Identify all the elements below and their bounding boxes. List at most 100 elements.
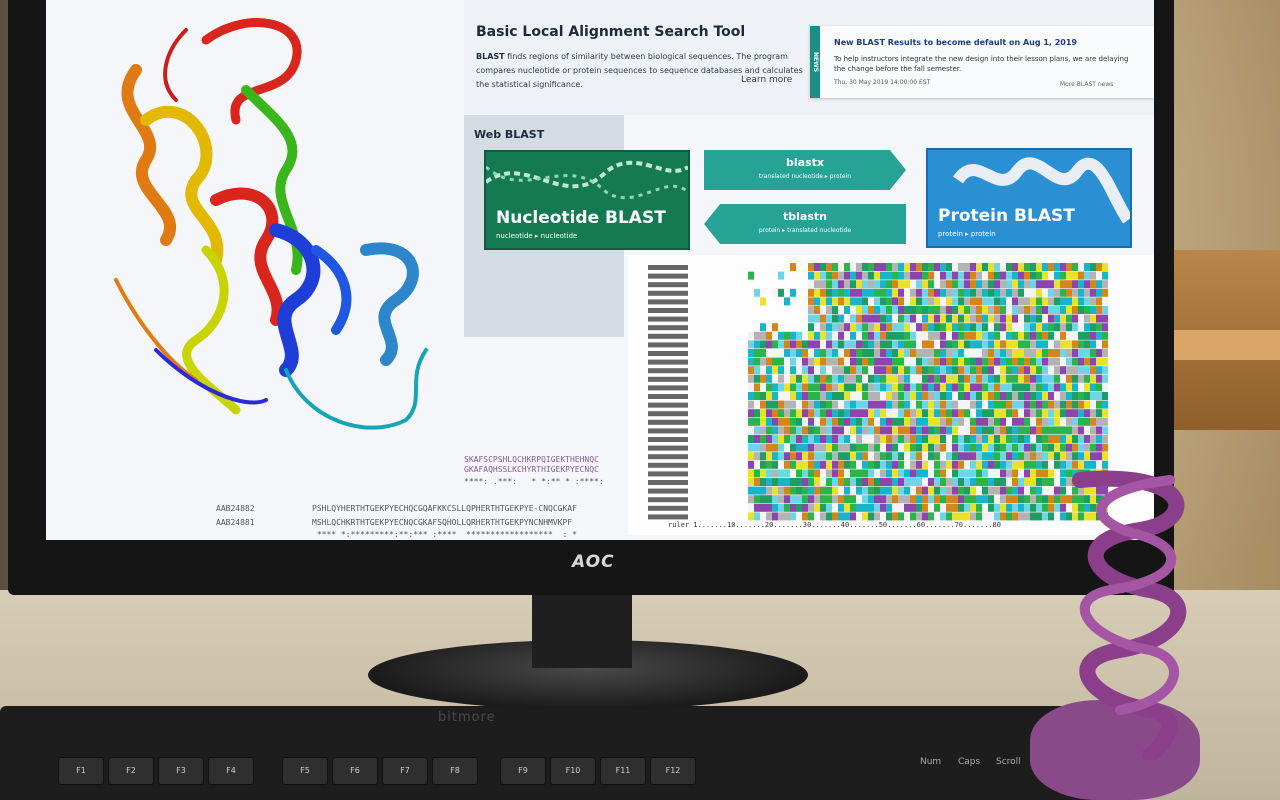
- alignment-cell: [766, 478, 772, 486]
- alignment-cell: [766, 460, 772, 469]
- alignment-cell: [1042, 271, 1048, 280]
- alignment-cell: [1036, 383, 1042, 392]
- alignment-cell: [808, 383, 814, 392]
- alignment-cell: [934, 297, 940, 306]
- alignment-cell: [874, 383, 880, 392]
- alignment-cell: [808, 495, 814, 504]
- nucleotide-blast-card[interactable]: Nucleotide BLAST nucleotide ▸ nucleotide: [484, 150, 690, 250]
- alignment-cell: [928, 271, 934, 280]
- alignment-cell: [982, 280, 988, 289]
- alignment-cell: [934, 392, 940, 400]
- alignment-cell: [778, 409, 784, 418]
- alignment-cell: [808, 409, 814, 418]
- key-f7[interactable]: F7: [382, 757, 428, 785]
- more-news-link[interactable]: More BLAST news: [1060, 81, 1113, 88]
- alignment-cell: [1102, 340, 1108, 349]
- alignment-cell: [862, 426, 868, 435]
- learn-more-link[interactable]: Learn more: [741, 75, 792, 85]
- alignment-cell: [790, 469, 796, 478]
- alignment-cell: [844, 288, 850, 297]
- alignment-cell: [1054, 331, 1060, 340]
- alignment-cell: [1012, 400, 1018, 409]
- alignment-cell: [940, 443, 946, 452]
- alignment-cell: [994, 280, 1000, 289]
- alignment-cell: [826, 435, 832, 443]
- alignment-cell: [886, 452, 892, 461]
- key-f9[interactable]: F9: [500, 757, 546, 785]
- alignment-cell: [760, 460, 766, 469]
- alignment-cell: [934, 323, 940, 332]
- alignment-cell: [868, 349, 874, 357]
- alignment-cell: [892, 280, 898, 289]
- alignment-cell: [1096, 366, 1102, 375]
- alignment-cell: [856, 280, 862, 289]
- alignment-cell: [844, 306, 850, 314]
- alignment-cell: [892, 340, 898, 349]
- alignment-cell: [1000, 271, 1006, 280]
- key-f1[interactable]: F1: [58, 757, 104, 785]
- alignment-cell: [820, 263, 826, 271]
- alignment-cell: [964, 460, 970, 469]
- alignment-cell: [1078, 331, 1084, 340]
- alignment-cell: [1090, 426, 1096, 435]
- key-f4[interactable]: F4: [208, 757, 254, 785]
- alignment-cell: [1006, 374, 1012, 383]
- alignment-cell: [802, 460, 808, 469]
- alignment-cell: [1018, 297, 1024, 306]
- alignment-cell: [856, 478, 862, 486]
- alignment-cell: [886, 323, 892, 332]
- key-f8[interactable]: F8: [432, 757, 478, 785]
- blastx-button[interactable]: blastx translated nucleotide ▸ protein: [704, 150, 906, 190]
- alignment-cell: [940, 435, 946, 443]
- alignment-cell: [1060, 297, 1066, 306]
- alignment-cell: [970, 374, 976, 383]
- key-f5[interactable]: F5: [282, 757, 328, 785]
- alignment-cell: [892, 374, 898, 383]
- tblastn-button[interactable]: tblastn protein ▸ translated nucleotide: [704, 204, 906, 244]
- alignment-cell: [1000, 443, 1006, 452]
- key-f10[interactable]: F10: [550, 757, 596, 785]
- alignment-cell: [1024, 323, 1030, 332]
- key-f3[interactable]: F3: [158, 757, 204, 785]
- news-title-link[interactable]: New BLAST Results to become default on A…: [834, 38, 1077, 47]
- alignment-cell: [826, 452, 832, 461]
- alignment-cell: [856, 443, 862, 452]
- alignment-cell: [754, 349, 760, 357]
- alignment-cell: [784, 349, 790, 357]
- alignment-cell: [874, 469, 880, 478]
- alignment-cell: [1006, 314, 1012, 323]
- alignment-cell: [922, 452, 928, 461]
- alignment-cell: [886, 503, 892, 512]
- protein-blast-card[interactable]: Protein BLAST protein ▸ protein: [926, 148, 1132, 248]
- alignment-cell: [976, 512, 982, 521]
- key-f12[interactable]: F12: [650, 757, 696, 785]
- alignment-cell: [808, 323, 814, 332]
- alignment-cell: [862, 288, 868, 297]
- alignment-cell: [844, 443, 850, 452]
- alignment-cell: [748, 486, 754, 495]
- alignment-cell: [748, 349, 754, 357]
- num-lock-indicator: Num: [920, 757, 942, 767]
- alignment-cell: [856, 503, 862, 512]
- alignment-cell: [784, 297, 790, 306]
- key-f11[interactable]: F11: [600, 757, 646, 785]
- sequence-label: [648, 359, 688, 365]
- alignment-cell: [820, 426, 826, 435]
- alignment-cell: [904, 409, 910, 418]
- alignment-cell: [1018, 495, 1024, 504]
- key-f6[interactable]: F6: [332, 757, 378, 785]
- alignment-cell: [976, 271, 982, 280]
- alignment-cell: [922, 271, 928, 280]
- alignment-cell: [814, 288, 820, 297]
- alignment-cell: [784, 357, 790, 366]
- key-f2[interactable]: F2: [108, 757, 154, 785]
- alignment-cell: [808, 392, 814, 400]
- alignment-cell: [958, 443, 964, 452]
- alignment-cell: [928, 323, 934, 332]
- alignment-cell: [1012, 495, 1018, 504]
- alignment-cell: [784, 426, 790, 435]
- alignment-cell: [826, 417, 832, 426]
- alignment-cell: [952, 366, 958, 375]
- alignment-cell: [1102, 331, 1108, 340]
- alignment-cell: [934, 366, 940, 375]
